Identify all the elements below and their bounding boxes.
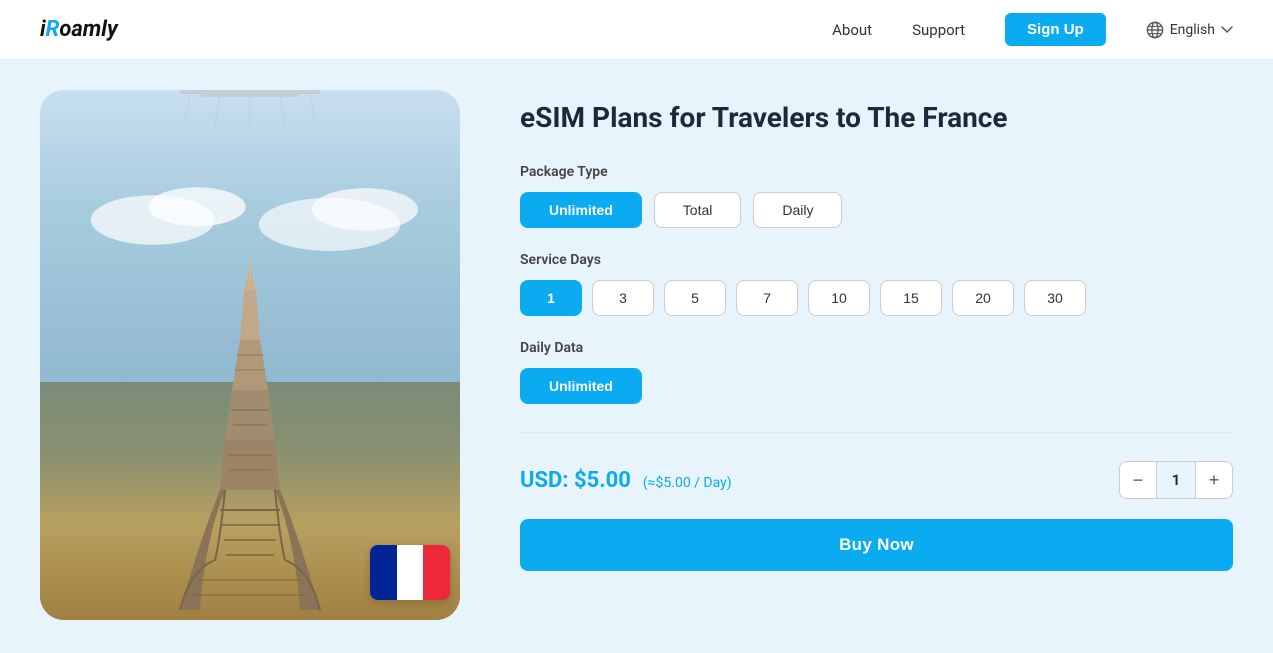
day-7-button[interactable]: 7 [736, 280, 798, 316]
package-total-button[interactable]: Total [654, 192, 742, 228]
signup-button[interactable]: Sign Up [1005, 13, 1106, 46]
flag-white-stripe [397, 545, 424, 600]
logo: iRoamly [40, 17, 118, 42]
day-1-button[interactable]: 1 [520, 280, 582, 316]
language-label: English [1170, 22, 1215, 38]
day-5-button[interactable]: 5 [664, 280, 726, 316]
price-per-day: (≈$5.00 / Day) [643, 475, 732, 491]
image-section [40, 90, 460, 620]
price-display: USD: $5.00 (≈$5.00 / Day) [520, 468, 732, 493]
quantity-value: 1 [1156, 462, 1196, 498]
day-30-button[interactable]: 30 [1024, 280, 1086, 316]
header: iRoamly About Support Sign Up English [0, 0, 1273, 60]
package-unlimited-button[interactable]: Unlimited [520, 192, 642, 228]
quantity-decrease-button[interactable]: − [1120, 462, 1156, 498]
daily-data-section: Daily Data Unlimited [520, 340, 1233, 433]
package-type-section: Package Type Unlimited Total Daily [520, 164, 1233, 228]
price-row: USD: $5.00 (≈$5.00 / Day) − 1 + [520, 461, 1233, 499]
eiffel-tower-svg [170, 260, 330, 620]
quantity-increase-button[interactable]: + [1196, 462, 1232, 498]
day-20-button[interactable]: 20 [952, 280, 1014, 316]
package-type-label: Package Type [520, 164, 1233, 180]
flag-blue-stripe [370, 545, 397, 600]
package-type-buttons: Unlimited Total Daily [520, 192, 1233, 228]
package-daily-button[interactable]: Daily [753, 192, 842, 228]
flag-red-stripe [423, 545, 450, 600]
service-days-section: Service Days 1 3 5 7 10 15 20 30 [520, 252, 1233, 316]
clouds-decoration [82, 170, 418, 270]
nav-about[interactable]: About [832, 21, 872, 39]
buy-now-button[interactable]: Buy Now [520, 519, 1233, 571]
daily-data-unlimited-button[interactable]: Unlimited [520, 368, 642, 404]
chandelier-decoration [160, 90, 340, 150]
service-days-buttons: 1 3 5 7 10 15 20 30 [520, 280, 1233, 316]
quantity-control: − 1 + [1119, 461, 1233, 499]
product-section: eSIM Plans for Travelers to The France P… [520, 90, 1233, 571]
product-title: eSIM Plans for Travelers to The France [520, 100, 1233, 136]
nav: About Support Sign Up English [832, 13, 1233, 46]
destination-image [40, 90, 460, 620]
day-3-button[interactable]: 3 [592, 280, 654, 316]
price-value: USD: $5.00 [520, 468, 631, 493]
main-content: eSIM Plans for Travelers to The France P… [0, 60, 1273, 650]
service-days-label: Service Days [520, 252, 1233, 268]
daily-data-label: Daily Data [520, 340, 1233, 356]
globe-icon [1146, 21, 1164, 39]
nav-support[interactable]: Support [912, 21, 965, 39]
country-flag [370, 545, 450, 600]
day-15-button[interactable]: 15 [880, 280, 942, 316]
chevron-down-icon [1221, 26, 1233, 34]
day-10-button[interactable]: 10 [808, 280, 870, 316]
language-selector[interactable]: English [1146, 21, 1233, 39]
